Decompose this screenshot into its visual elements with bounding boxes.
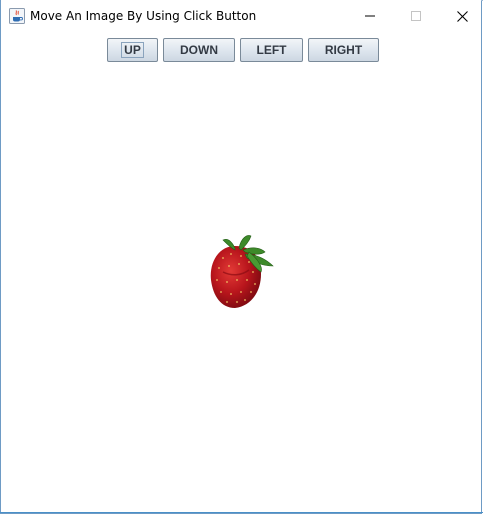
left-button-label: LEFT	[256, 43, 287, 57]
minimize-button[interactable]	[347, 0, 393, 32]
up-button-label: UP	[121, 42, 144, 58]
app-window: Move An Image By Using Click Button UP D…	[0, 0, 483, 514]
title-bar[interactable]: Move An Image By Using Click Button	[1, 0, 481, 32]
down-button[interactable]: DOWN	[163, 38, 235, 62]
right-button[interactable]: RIGHT	[308, 38, 379, 62]
maximize-icon	[411, 11, 421, 21]
maximize-button[interactable]	[393, 0, 439, 32]
window-title: Move An Image By Using Click Button	[30, 9, 257, 23]
down-button-label: DOWN	[180, 43, 218, 57]
close-button[interactable]	[439, 0, 483, 32]
button-toolbar: UP DOWN LEFT RIGHT	[1, 38, 481, 63]
java-coffee-cup-icon	[9, 8, 25, 24]
image-stage	[1, 68, 481, 512]
right-button-label: RIGHT	[324, 43, 363, 57]
minimize-icon	[365, 15, 375, 17]
left-button[interactable]: LEFT	[240, 38, 303, 62]
up-button[interactable]: UP	[107, 38, 158, 62]
close-icon	[456, 10, 468, 22]
window-bottom-border	[0, 512, 483, 513]
strawberry-image	[210, 235, 274, 308]
